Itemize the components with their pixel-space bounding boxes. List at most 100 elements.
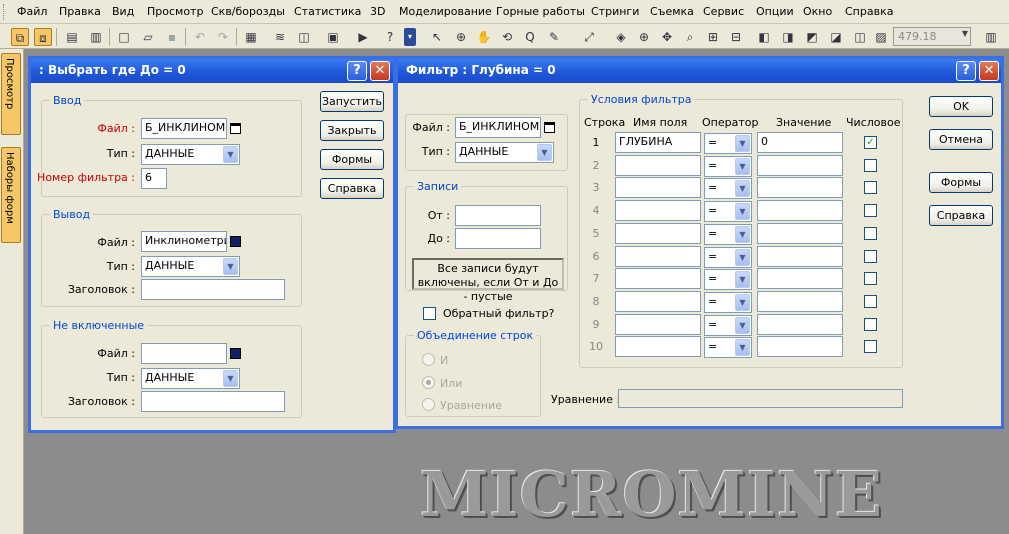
condition-numeric-checkbox[interactable]: ✓	[864, 136, 877, 149]
excluded-color-icon[interactable]	[230, 348, 241, 359]
condition-numeric-checkbox[interactable]	[864, 318, 877, 331]
condition-field-name[interactable]	[615, 314, 701, 335]
records-to-field[interactable]	[455, 228, 541, 249]
zoom-window-icon[interactable]: ⌕	[681, 28, 699, 46]
menu-options[interactable]: Опции	[756, 5, 794, 18]
chevron-down-icon[interactable]: ▼	[735, 339, 750, 356]
condition-field-name[interactable]	[615, 291, 701, 312]
join-and-radio[interactable]	[422, 353, 435, 366]
tile-windows-icon[interactable]: ⧈	[34, 28, 52, 46]
menu-display[interactable]: Просмотр	[147, 5, 203, 18]
file-browse-icon[interactable]	[230, 123, 241, 134]
condition-field-name[interactable]	[615, 223, 701, 244]
pan-hand-icon[interactable]: ✋	[475, 28, 493, 46]
chevron-down-icon[interactable]: ▼	[735, 271, 750, 288]
reverse-filter-checkbox[interactable]	[423, 307, 436, 320]
condition-numeric-checkbox[interactable]	[864, 272, 877, 285]
query-icon[interactable]: Q	[521, 28, 539, 46]
zoom-out-icon[interactable]: ⊟	[727, 28, 745, 46]
chevron-down-icon[interactable]: ▼	[735, 135, 750, 152]
condition-field-name[interactable]	[615, 268, 701, 289]
condition-value-field[interactable]	[757, 268, 843, 289]
chevron-down-icon[interactable]: ▼	[223, 146, 238, 163]
condition-value-field[interactable]	[757, 155, 843, 176]
tab-form-sets[interactable]: Наборы форм	[1, 147, 21, 243]
view-front-icon[interactable]: ◨	[779, 28, 797, 46]
condition-value-field[interactable]: 0	[757, 132, 843, 153]
chevron-down-icon[interactable]: ▼	[735, 317, 750, 334]
menu-strings[interactable]: Стринги	[591, 5, 639, 18]
chevron-down-icon[interactable]: ▼	[537, 144, 552, 161]
menu-window[interactable]: Окно	[803, 5, 832, 18]
view-plan-icon[interactable]: ◧	[755, 28, 773, 46]
pointer-icon[interactable]: ↖	[428, 28, 446, 46]
fit-icon[interactable]: ⤢	[580, 28, 598, 46]
menu-edit[interactable]: Правка	[59, 5, 101, 18]
toolbar-overflow-icon[interactable]: ▾	[404, 28, 416, 46]
redo-icon[interactable]: ↷	[214, 28, 232, 46]
properties-icon[interactable]: ▦	[242, 28, 260, 46]
condition-value-field[interactable]	[757, 223, 843, 244]
join-or-radio[interactable]	[422, 376, 435, 389]
zoom-icon[interactable]: ⊕	[452, 28, 470, 46]
view-side-icon[interactable]: ◩	[803, 28, 821, 46]
excluded-type-select[interactable]: ДАННЫЕ ▼	[141, 368, 240, 389]
condition-operator-select[interactable]: = ▼	[704, 201, 752, 222]
condition-numeric-checkbox[interactable]	[864, 295, 877, 308]
join-equation-radio[interactable]	[422, 398, 435, 411]
condition-field-name[interactable]	[615, 155, 701, 176]
open-folder-icon[interactable]: ▱	[139, 28, 157, 46]
context-help-icon[interactable]: ?	[381, 28, 399, 46]
condition-numeric-checkbox[interactable]	[864, 159, 877, 172]
condition-value-field[interactable]	[757, 314, 843, 335]
chevron-down-icon[interactable]: ▼	[735, 294, 750, 311]
equation-field[interactable]	[618, 389, 903, 408]
condition-numeric-checkbox[interactable]	[864, 227, 877, 240]
open-forms-icon[interactable]: ▤	[63, 28, 81, 46]
condition-field-name[interactable]	[615, 177, 701, 198]
view-back-icon[interactable]: ◫	[851, 28, 869, 46]
condition-numeric-checkbox[interactable]	[864, 181, 877, 194]
help-button[interactable]: Справка	[929, 205, 993, 226]
forms-button[interactable]: Формы	[320, 149, 384, 170]
table-icon[interactable]: ▣	[324, 28, 342, 46]
cancel-button[interactable]: Отмена	[929, 129, 993, 150]
condition-operator-select[interactable]: = ▼	[704, 247, 752, 268]
menu-statistics[interactable]: Статистика	[294, 5, 361, 18]
filter-type-select[interactable]: ДАННЫЕ ▼	[455, 142, 554, 163]
chevron-down-icon[interactable]: ▼	[735, 180, 750, 197]
save-icon[interactable]: ▪	[163, 28, 181, 46]
condition-operator-select[interactable]: = ▼	[704, 315, 752, 336]
menu-survey[interactable]: Съемка	[650, 5, 694, 18]
condition-value-field[interactable]	[757, 177, 843, 198]
cascade-windows-icon[interactable]: ⧉	[11, 28, 29, 46]
select-tool-icon[interactable]: ✎	[545, 28, 563, 46]
layers-icon[interactable]: ≋	[271, 28, 289, 46]
close-button[interactable]: Закрыть	[320, 120, 384, 141]
condition-operator-select[interactable]: = ▼	[704, 269, 752, 290]
condition-field-name[interactable]	[615, 336, 701, 357]
records-from-field[interactable]	[455, 205, 541, 226]
undo-icon[interactable]: ↶	[191, 28, 209, 46]
new-file-icon[interactable]: □	[115, 28, 133, 46]
output-type-select[interactable]: ДАННЫЕ ▼	[141, 256, 240, 277]
condition-value-field[interactable]	[757, 336, 843, 357]
view-iso-icon[interactable]: ◪	[827, 28, 845, 46]
chevron-down-icon[interactable]: ▼	[223, 258, 238, 275]
close-icon[interactable]: ✕	[370, 61, 390, 81]
menu-drillholes[interactable]: Скв/борозды	[211, 5, 285, 18]
slice-icon[interactable]: ▥	[982, 28, 1000, 46]
output-file-field[interactable]: Инклинометри	[141, 231, 227, 252]
menu-file[interactable]: Файл	[17, 5, 47, 18]
chevron-down-icon[interactable]: ▼	[223, 370, 238, 387]
form-sets-icon[interactable]: ▥	[87, 28, 105, 46]
input-type-select[interactable]: ДАННЫЕ ▼	[141, 144, 240, 165]
condition-numeric-checkbox[interactable]	[864, 340, 877, 353]
run-button[interactable]: Запустить	[320, 91, 384, 112]
menu-view[interactable]: Вид	[112, 5, 134, 18]
condition-operator-select[interactable]: = ▼	[704, 224, 752, 245]
condition-value-field[interactable]	[757, 291, 843, 312]
help-icon[interactable]: ?	[347, 61, 367, 81]
condition-field-name[interactable]: ГЛУБИНА	[615, 132, 701, 153]
condition-operator-select[interactable]: = ▼	[704, 178, 752, 199]
